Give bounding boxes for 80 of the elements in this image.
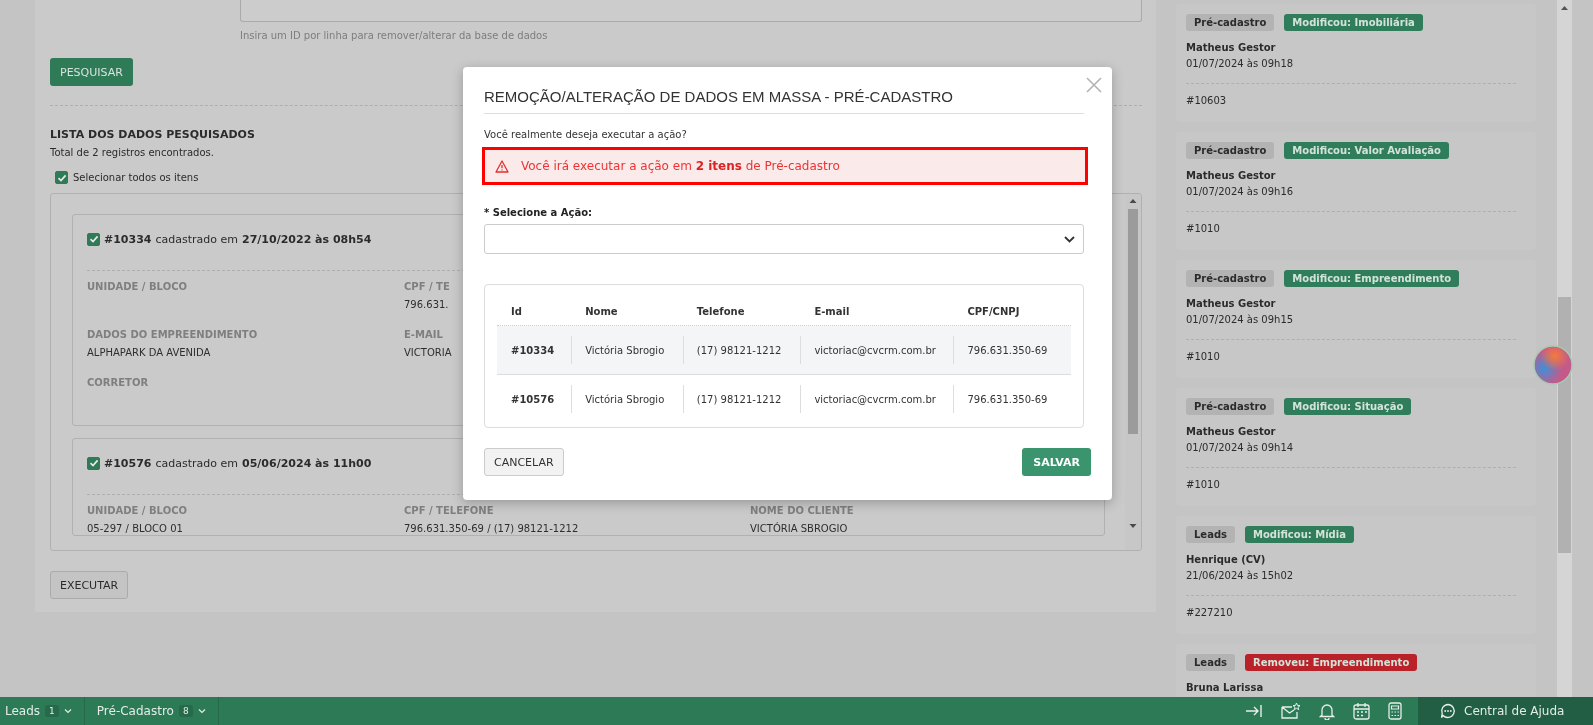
user-name: Matheus Gestor (1186, 42, 1277, 53)
record-date: 27/10/2022 às 08h54 (242, 232, 372, 246)
field-label: UNIDADE / BLOCO (87, 505, 187, 516)
module-tab[interactable]: Leads 1 (0, 697, 85, 725)
table-cell: (17) 98121-1212 (696, 393, 782, 405)
field-label: DADOS DO EMPREENDIMENTO (87, 329, 258, 340)
module-tag: Leads (1186, 654, 1235, 671)
record-date: 05/06/2024 às 11h00 (242, 456, 372, 470)
field-label: CPF / TELEFONE (404, 505, 494, 516)
section-title: LISTA DOS DADOS PESQUISADOS (50, 128, 255, 141)
table-cell: (17) 98121-1212 (696, 344, 782, 356)
record-caption: cadastrado em (155, 232, 238, 246)
record-ref: #1010 (1186, 223, 1221, 234)
user-name: Matheus Gestor (1186, 298, 1277, 309)
warning-text: Você irá executar a ação em 2 itens de Pré-cadastro (521, 159, 840, 173)
field-value: 796.631.350-69 / (17) 98121-1212 (404, 523, 579, 534)
count-badge: 1 (45, 705, 59, 717)
field-label: NOME DO CLIENTE (750, 505, 854, 516)
record-ref: #227210 (1186, 607, 1234, 618)
action-tag: Modificou: Mídia (1245, 526, 1354, 543)
activity-date: 01/07/2024 às 09h15 (1186, 314, 1295, 325)
field-label: * Selecione a Ação: (484, 207, 594, 218)
column-header: Nome (584, 305, 619, 317)
action-tag: Modificou: Situação (1284, 398, 1412, 415)
dialog-question: Você realmente deseja executar a ação? (484, 129, 688, 140)
help-center-button[interactable]: Central de Ajuda (1418, 697, 1593, 725)
field-label: E-MAIL (404, 329, 443, 340)
table-cell: 796.631.350-69 (967, 344, 1048, 356)
dialog-title: REMOÇÃO/ALTERAÇÃO DE DADOS EM MASSA - PRÉ-CADASTRO (484, 88, 954, 105)
save-button[interactable]: SALVAR (1022, 448, 1091, 476)
action-tag: Removeu: Empreendimento (1245, 654, 1418, 671)
table-cell: victoriac@cvcrm.com.br (814, 344, 936, 356)
module-tag: Pré-cadastro (1186, 14, 1275, 31)
column-header: E-mail (813, 305, 851, 317)
record-id: #10334 (104, 232, 152, 246)
module-tab[interactable]: Pré-Cadastro 8 (84, 697, 219, 725)
user-name: Bruna Larissa (1186, 682, 1265, 693)
table-cell: #10576 (511, 393, 555, 405)
table-cell: Victória Sbrogio (585, 393, 665, 405)
table-cell: 796.631.350-69 (967, 393, 1048, 405)
search-button[interactable]: PESQUISAR (50, 58, 133, 86)
column-header: Telefone (695, 305, 746, 317)
module-tag: Pré-cadastro (1186, 270, 1275, 287)
column-header: CPF/CNPJ (966, 305, 1021, 317)
cancel-button[interactable]: CANCELAR (484, 448, 564, 476)
execute-button[interactable]: EXECUTAR (50, 571, 129, 599)
results-count: Total de 2 registros encontrados. (50, 147, 214, 158)
module-tag: Pré-cadastro (1186, 142, 1275, 159)
user-name: Matheus Gestor (1186, 170, 1277, 181)
record-ref: #1010 (1186, 351, 1221, 362)
module-tag: Leads (1186, 526, 1235, 543)
field-hint: Insira um ID por linha para remover/alterar da base de dados (240, 30, 549, 41)
count-badge: 8 (178, 705, 193, 717)
field-value: VICTÓRIA SBROGIO (750, 523, 848, 534)
table-cell: #10334 (511, 344, 555, 356)
field-label: CPF / TE (404, 281, 450, 292)
record-caption: cadastrado em (155, 456, 238, 470)
field-value: ALPHAPARK DA AVENIDA (87, 347, 211, 358)
record-ref: #10603 (1186, 95, 1228, 106)
activity-date: 01/07/2024 às 09h16 (1186, 186, 1295, 197)
user-name: Henrique (CV) (1186, 554, 1267, 565)
field-label: CORRETOR (87, 377, 149, 388)
field-label: UNIDADE / BLOCO (87, 281, 187, 292)
action-tag: Modificou: Imobiliária (1284, 14, 1423, 31)
activity-date: 21/06/2024 às 15h02 (1186, 570, 1295, 581)
checkbox-label: Selecionar todos os itens (73, 172, 199, 183)
field-value: VICTORIA (404, 347, 452, 358)
action-tag: Modificou: Valor Avaliação (1284, 142, 1449, 159)
activity-date: 01/07/2024 às 09h14 (1186, 442, 1295, 453)
record-id: #10576 (104, 456, 152, 470)
column-header: Id (510, 305, 523, 317)
table-cell: victoriac@cvcrm.com.br (814, 393, 936, 405)
field-value: 05-297 / BLOCO 01 (87, 523, 183, 534)
module-tag: Pré-cadastro (1186, 398, 1275, 415)
field-value: 796.631. (404, 299, 449, 310)
user-name: Matheus Gestor (1186, 426, 1277, 437)
action-tag: Modificou: Empreendimento (1284, 270, 1460, 287)
table-cell: Victória Sbrogio (585, 344, 665, 356)
activity-date: 01/07/2024 às 09h18 (1186, 58, 1295, 69)
record-ref: #1010 (1186, 479, 1221, 490)
